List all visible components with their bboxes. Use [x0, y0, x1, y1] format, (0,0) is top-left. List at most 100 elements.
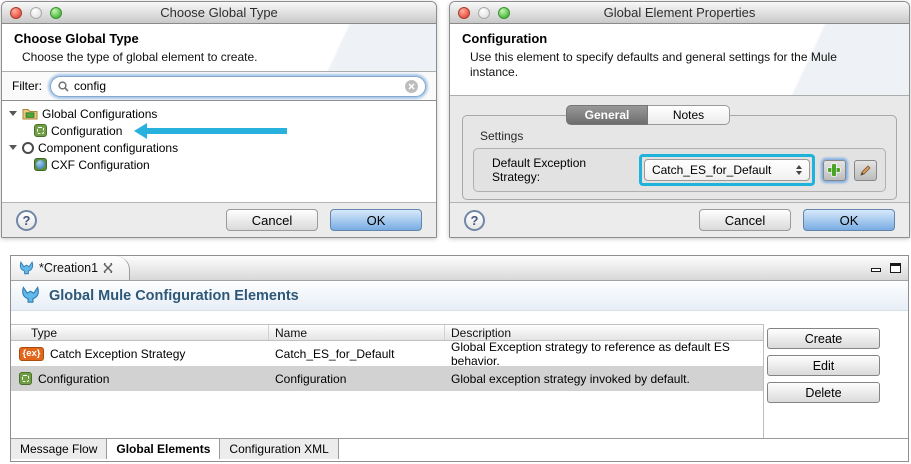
ok-button[interactable]: OK — [803, 209, 895, 231]
tab-general[interactable]: General — [566, 105, 648, 125]
properties-tabs: General Notes — [566, 105, 730, 125]
cell-name-value: Configuration — [275, 371, 347, 386]
dialog-heading: Configuration — [462, 31, 548, 46]
view-controls — [871, 263, 901, 273]
zoom-window-button[interactable] — [50, 7, 62, 19]
default-exception-strategy-select[interactable]: Catch_ES_for_Default — [643, 159, 810, 181]
dialog-description: Choose the type of global element to cre… — [22, 50, 258, 64]
global-elements-table: Type Name Description {ex} Catch Excepti… — [11, 324, 764, 438]
dialog-heading: Choose Global Type — [14, 31, 139, 46]
expand-caret-icon[interactable] — [9, 111, 17, 116]
tree-item-label: Configuration — [51, 123, 123, 138]
window-title: Choose Global Type — [160, 5, 278, 20]
default-exception-strategy-label: Default Exception Strategy: — [492, 156, 587, 184]
dialog-body: General Notes Settings Default Exception… — [450, 96, 909, 202]
dialog-description: Use this element to specify defaults and… — [470, 50, 837, 79]
choose-global-type-dialog: Choose Global Type Choose Global Type Ch… — [1, 1, 437, 238]
configuration-icon — [34, 124, 47, 137]
table-row-configuration[interactable]: Configuration Configuration Global excep… — [11, 366, 763, 391]
window-title: Global Element Properties — [603, 5, 756, 20]
help-button[interactable]: ? — [464, 209, 485, 231]
cancel-button[interactable]: Cancel — [226, 209, 318, 231]
tab-notes[interactable]: Notes — [648, 105, 730, 125]
general-tab-pane: Settings Default Exception Strategy: Cat… — [462, 115, 897, 200]
tree-item-global-configurations[interactable]: Global Configurations — [9, 105, 436, 122]
mule-logo-icon — [22, 286, 39, 303]
minimize-view-icon[interactable] — [871, 267, 881, 272]
tab-global-elements[interactable]: Global Elements — [107, 439, 221, 459]
zoom-window-button[interactable] — [498, 7, 510, 19]
editor-tab-creation1[interactable]: *Creation1 — [11, 256, 131, 280]
filter-label: Filter: — [12, 79, 42, 93]
filter-row: Filter: config — [2, 72, 436, 101]
cell-name-value: Catch_ES_for_Default — [275, 346, 395, 361]
catch-exception-strategy-icon: {ex} — [19, 346, 44, 361]
table-row-catch-exception-strategy[interactable]: {ex} Catch Exception Strategy Catch_ES_f… — [11, 339, 763, 368]
editor-heading: Global Mule Configuration Elements — [49, 287, 299, 304]
ok-button[interactable]: OK — [330, 209, 422, 231]
cell-description-value: Global exception strategy invoked by def… — [451, 371, 690, 386]
help-button[interactable]: ? — [16, 209, 37, 231]
global-elements-editor-panel: *Creation1 Global Mule Configuration Ele… — [10, 255, 909, 462]
search-icon — [58, 80, 69, 92]
cancel-button[interactable]: Cancel — [699, 209, 791, 231]
column-header-name[interactable]: Name — [269, 325, 445, 340]
maximize-view-icon[interactable] — [890, 263, 901, 273]
folder-icon — [22, 107, 38, 120]
component-circle-icon — [22, 141, 34, 154]
global-element-properties-dialog: Global Element Properties Configuration … — [449, 1, 910, 238]
dialog-footer: ? Cancel OK — [450, 202, 909, 237]
delete-button[interactable]: Delete — [767, 382, 880, 403]
close-window-button[interactable] — [10, 7, 22, 19]
editor-tab-bar: *Creation1 — [11, 256, 908, 281]
cell-description-value: Global Exception strategy to reference a… — [451, 339, 730, 368]
tab-message-flow[interactable]: Message Flow — [11, 439, 108, 459]
tree-item-label: Global Configurations — [42, 106, 158, 121]
titlebar: Global Element Properties — [450, 2, 909, 24]
filter-search-value: config — [74, 79, 107, 93]
dialog-header: Configuration Use this element to specif… — [450, 24, 909, 96]
column-header-description[interactable]: Description — [445, 325, 763, 340]
annotation-highlight-box: Catch_ES_for_Default — [638, 154, 815, 186]
cell-type-value: Catch Exception Strategy — [50, 346, 186, 361]
titlebar: Choose Global Type — [2, 2, 436, 24]
plus-icon — [828, 164, 841, 176]
create-button[interactable]: Create — [767, 328, 880, 349]
minimize-window-button[interactable] — [478, 7, 490, 19]
configuration-icon — [19, 372, 32, 385]
settings-group-label: Settings — [480, 129, 524, 143]
filter-search-input[interactable]: config — [50, 75, 426, 97]
edit-button[interactable]: Edit — [767, 355, 880, 376]
annotation-arrow-icon — [134, 122, 288, 139]
dropdown-arrows-icon — [795, 165, 802, 175]
table-actions: Create Edit Delete — [767, 328, 880, 403]
tree-item-configuration[interactable]: Configuration — [9, 122, 436, 139]
window-controls — [10, 7, 62, 19]
mule-logo-icon — [19, 260, 34, 274]
cxf-configuration-icon — [34, 158, 47, 171]
dialog-header: Choose Global Type Choose the type of gl… — [2, 24, 436, 72]
tab-configuration-xml[interactable]: Configuration XML — [220, 439, 339, 459]
pencil-icon — [860, 164, 871, 176]
add-exception-strategy-button[interactable] — [822, 159, 846, 181]
editor-header: Global Mule Configuration Elements — [11, 281, 908, 311]
clear-filter-icon[interactable] — [405, 79, 418, 93]
expand-caret-icon[interactable] — [9, 145, 17, 150]
dialog-footer: ? Cancel OK — [2, 202, 436, 237]
column-header-type[interactable]: Type — [11, 325, 269, 340]
tree-item-label: CXF Configuration — [51, 157, 150, 172]
window-controls — [458, 7, 510, 19]
close-window-button[interactable] — [458, 7, 470, 19]
settings-group: Default Exception Strategy: Catch_ES_for… — [473, 148, 886, 192]
tree-item-label: Component configurations — [38, 140, 179, 155]
cell-type-value: Configuration — [38, 371, 110, 386]
close-tab-icon[interactable] — [103, 263, 113, 273]
tree-item-cxf-configuration[interactable]: CXF Configuration — [9, 156, 436, 173]
minimize-window-button[interactable] — [30, 7, 42, 19]
edit-exception-strategy-button[interactable] — [853, 159, 877, 181]
table-header-row: Type Name Description — [11, 324, 763, 341]
editor-bottom-tabs: Message Flow Global Elements Configurati… — [11, 438, 908, 459]
tree-item-component-configurations[interactable]: Component configurations — [9, 139, 436, 156]
global-type-tree: Global Configurations Configuration Comp… — [2, 101, 436, 202]
editor-tab-title: *Creation1 — [39, 261, 99, 275]
